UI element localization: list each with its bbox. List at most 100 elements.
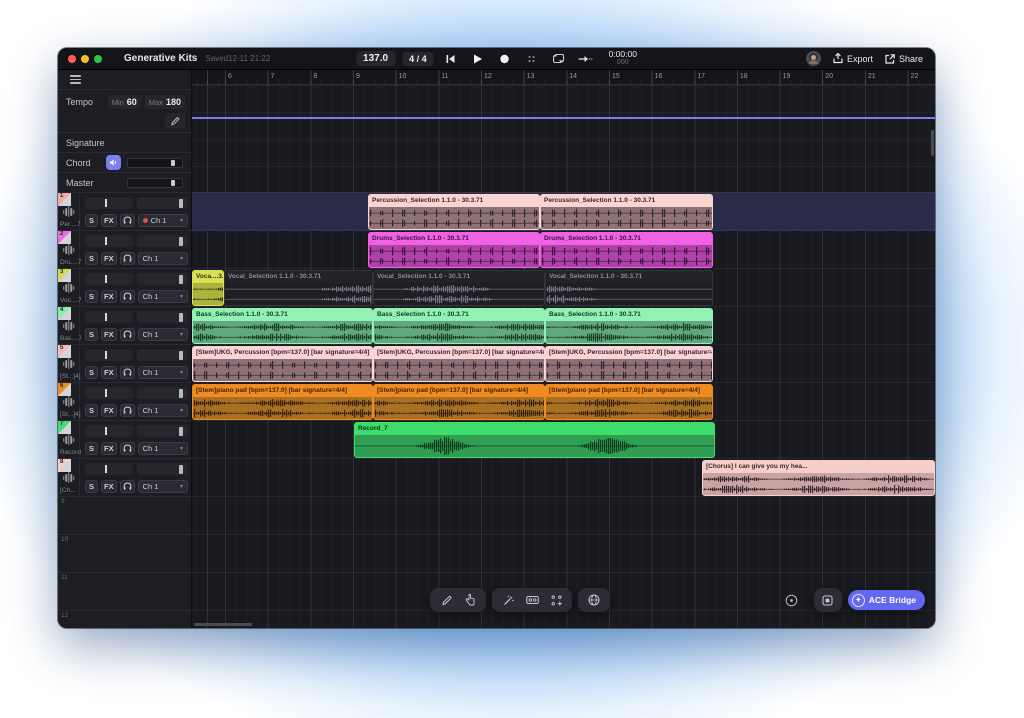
master-volume-handle[interactable] [171, 180, 175, 186]
fx-button[interactable]: FX [101, 480, 117, 493]
channel-select[interactable]: Ch 1 ▾ [138, 480, 188, 493]
audio-clip[interactable]: Drums_Selection 1.1.0 - 30.3.71 [540, 232, 713, 268]
audio-clip[interactable]: Voca....3.71 [192, 270, 224, 306]
track-color-tab[interactable]: 8 [Ch... [58, 459, 80, 496]
audio-clip[interactable]: Record_7 [354, 422, 715, 458]
chord-audition-button[interactable] [106, 155, 121, 170]
volume-slider[interactable] [137, 311, 188, 323]
volume-slider[interactable] [137, 273, 188, 285]
pan-slider[interactable] [85, 273, 133, 285]
metronome-dots-icon[interactable] [522, 51, 542, 67]
audio-clip[interactable]: [Stem]UKG, Percussion [bpm=137.0] [bar s… [192, 346, 373, 382]
track-header[interactable]: 1 Per....71 S FX Ch 1 ▾ [58, 193, 192, 231]
select-tool-button[interactable] [458, 589, 482, 611]
fx-button[interactable]: FX [101, 214, 117, 227]
user-avatar[interactable] [806, 51, 821, 66]
empty-track-slot[interactable]: 12 [58, 611, 192, 628]
solo-button[interactable]: S [85, 290, 98, 303]
time-signature-display[interactable]: 4 / 4 [402, 52, 434, 66]
tempo-automation-lane[interactable] [192, 85, 935, 193]
track-header[interactable]: 8 [Ch... S FX Ch 1 ▾ [58, 459, 192, 497]
timeline-ruler[interactable]: 678910111213141516171819202122 [192, 70, 935, 85]
audio-clip[interactable]: Bass_Selection 1.1.0 - 30.3.71 [192, 308, 373, 344]
share-button[interactable]: Share [885, 54, 923, 64]
pan-slider[interactable] [85, 235, 133, 247]
volume-slider[interactable] [137, 349, 188, 361]
chord-volume-slider[interactable] [127, 158, 183, 168]
sampler-button[interactable] [544, 589, 568, 611]
fx-button[interactable]: FX [101, 442, 117, 455]
solo-button[interactable]: S [85, 404, 98, 417]
audio-clip[interactable]: Vocal_Selection 1.1.0 - 30.3.71 [545, 270, 713, 306]
globe-button[interactable] [582, 589, 606, 611]
channel-select[interactable]: Ch 1 ▾ [138, 366, 188, 379]
chord-volume-handle[interactable] [171, 160, 175, 166]
empty-track-slot[interactable]: 11 [58, 573, 192, 611]
audio-clip[interactable]: [Stem]piano pad [bpm=137.0] [bar signatu… [192, 384, 373, 420]
export-button[interactable]: Export [833, 53, 873, 64]
channel-select[interactable]: Ch 1 ▾ [138, 328, 188, 341]
volume-slider[interactable] [137, 387, 188, 399]
pan-slider[interactable] [85, 197, 133, 209]
audio-clip[interactable]: Percussion_Selection 1.1.0 - 30.3.71 [368, 194, 540, 230]
pan-slider[interactable] [85, 463, 133, 475]
track-header[interactable]: 2 Dru....71 S FX Ch 1 ▾ [58, 231, 192, 269]
channel-select[interactable]: Ch 1 ▾ [138, 252, 188, 265]
audio-clip[interactable]: Bass_Selection 1.1.0 - 30.3.71 [373, 308, 545, 344]
empty-track-slot[interactable]: 10 [58, 535, 192, 573]
fx-button[interactable]: FX [101, 366, 117, 379]
track-color-tab[interactable]: 3 Voc....71 [58, 269, 80, 306]
audio-clip[interactable]: [Stem]piano pad [bpm=137.0] [bar signatu… [373, 384, 545, 420]
ace-bridge-button[interactable]: ✦ ACE Bridge [848, 590, 925, 610]
pan-slider[interactable] [85, 349, 133, 361]
menu-button[interactable] [58, 70, 191, 90]
play-button[interactable] [468, 51, 488, 67]
volume-slider[interactable] [137, 197, 188, 209]
monitor-button[interactable] [120, 252, 135, 265]
minimize-window-button[interactable] [81, 55, 89, 63]
fx-button[interactable]: FX [101, 404, 117, 417]
pan-slider[interactable] [85, 425, 133, 437]
monitor-button[interactable] [120, 328, 135, 341]
track-header[interactable]: 3 Voc....71 S FX Ch 1 ▾ [58, 269, 192, 307]
track-header[interactable]: 5 [St...]4] S FX Ch 1 ▾ [58, 345, 192, 383]
audio-clip[interactable]: Drums_Selection 1.1.0 - 30.3.71 [368, 232, 540, 268]
volume-slider[interactable] [137, 463, 188, 475]
record-button[interactable] [495, 51, 515, 67]
tempo-display[interactable]: 137.0 [356, 51, 395, 66]
channel-select[interactable]: Ch 1 ▾ [138, 290, 188, 303]
tempo-max-input[interactable]: Max 180 [145, 95, 185, 109]
track-header[interactable]: 6 [St...]4] S FX Ch 1 ▾ [58, 383, 192, 421]
close-window-button[interactable] [68, 55, 76, 63]
empty-track-slot[interactable]: 9 [58, 497, 192, 535]
audio-clip[interactable]: Vocal_Selection 1.1.0 - 30.3.71 [224, 270, 373, 306]
solo-button[interactable]: S [85, 480, 98, 493]
audio-clip[interactable]: [Chorus] I can give you my hea... [702, 460, 935, 496]
punch-in-button[interactable] [576, 51, 596, 67]
audio-clip[interactable]: Vocal_Selection 1.1.0 - 30.3.71 [373, 270, 545, 306]
solo-button[interactable]: S [85, 442, 98, 455]
channel-select[interactable]: Ch 1 ▾ [138, 442, 188, 455]
volume-slider[interactable] [137, 235, 188, 247]
tempo-min-input[interactable]: Min 60 [108, 95, 141, 109]
audio-clip[interactable]: Bass_Selection 1.1.0 - 30.3.71 [545, 308, 713, 344]
track-color-tab[interactable]: 5 [St...]4] [58, 345, 80, 382]
loop-button[interactable] [549, 51, 569, 67]
solo-button[interactable]: S [85, 214, 98, 227]
fx-button[interactable]: FX [101, 328, 117, 341]
tempo-curve-line[interactable] [192, 117, 935, 119]
monitor-button[interactable] [120, 214, 135, 227]
horizontal-scrollbar[interactable] [194, 623, 252, 626]
pan-slider[interactable] [85, 311, 133, 323]
channel-select[interactable]: Ch 1 ▾ [138, 404, 188, 417]
audio-clip[interactable]: [Stem]UKG, Percussion [bpm=137.0] [bar s… [545, 346, 713, 382]
monitor-button[interactable] [120, 366, 135, 379]
vertical-scrollbar[interactable] [931, 130, 934, 156]
skip-to-start-button[interactable] [441, 51, 461, 67]
track-color-tab[interactable]: 1 Per....71 [58, 193, 80, 230]
channel-select[interactable]: Ch 1 ▾ [138, 214, 188, 227]
track-header[interactable]: 4 Bas....71 S FX Ch 1 ▾ [58, 307, 192, 345]
magic-wand-button[interactable] [496, 589, 520, 611]
monitor-button[interactable] [120, 442, 135, 455]
pan-slider[interactable] [85, 387, 133, 399]
